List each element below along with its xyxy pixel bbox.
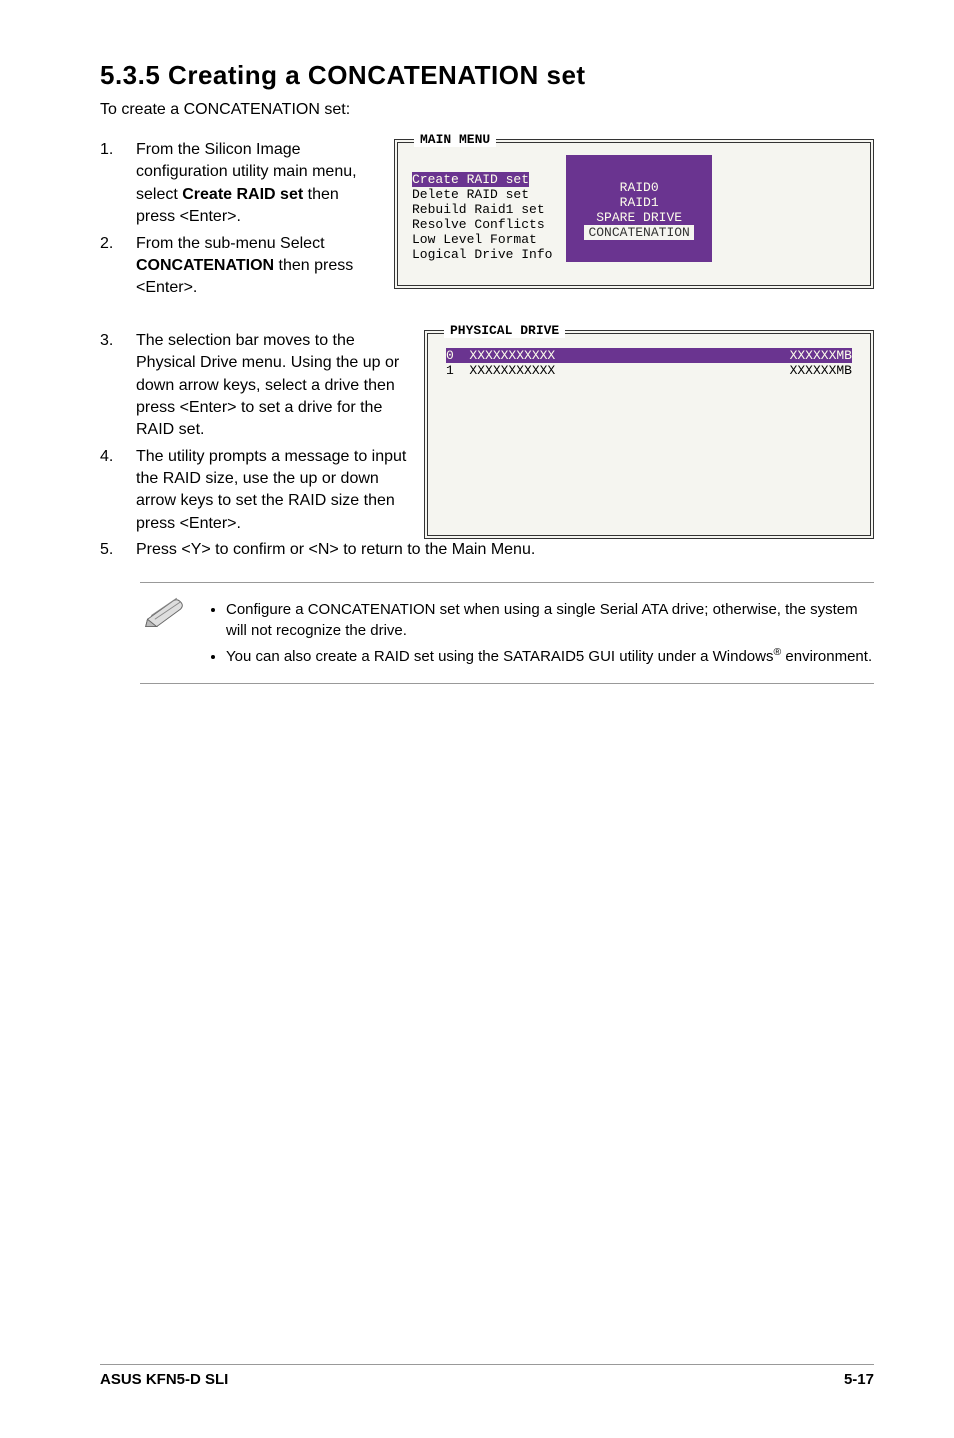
panel-legend: PHYSICAL DRIVE xyxy=(444,323,565,338)
step-number: 3. xyxy=(100,330,136,442)
drive-index: 0 xyxy=(446,348,454,363)
sub-menu-panel: RAID0 RAID1 SPARE DRIVE CONCATENATION xyxy=(566,155,711,262)
drive-index: 1 xyxy=(446,363,454,378)
note-list: Configure a CONCATENATION set when using… xyxy=(208,595,874,671)
note-pencil-icon xyxy=(140,589,188,677)
sub-menu-item[interactable]: SPARE DRIVE xyxy=(596,210,682,225)
step-2: 2. From the sub-menu Select CONCATENATIO… xyxy=(100,233,380,300)
page-footer: ASUS KFN5-D SLI 5-17 xyxy=(100,1364,874,1388)
bold-term: Create RAID set xyxy=(182,186,303,203)
note-item: You can also create a RAID set using the… xyxy=(226,645,874,667)
menu-item-selected[interactable]: Create RAID set xyxy=(412,172,529,187)
drive-size: XXXXXXMB xyxy=(790,348,852,363)
step-body: Press <Y> to confirm or <N> to return to… xyxy=(136,539,874,561)
step-1: 1. From the Silicon Image configuration … xyxy=(100,139,380,229)
menu-item[interactable]: Resolve Conflicts xyxy=(412,217,545,232)
step-number: 1. xyxy=(100,139,136,229)
note-item: Configure a CONCATENATION set when using… xyxy=(226,599,874,641)
step-4: 4. The utility prompts a message to inpu… xyxy=(100,446,410,536)
footer-left: ASUS KFN5-D SLI xyxy=(100,1371,228,1388)
menu-list: Create RAID set Delete RAID set Rebuild … xyxy=(412,157,552,262)
drive-row[interactable]: 1 XXXXXXXXXXX XXXXXXMB xyxy=(446,363,852,378)
step-body: From the Silicon Image configuration uti… xyxy=(136,139,380,229)
step-number: 2. xyxy=(100,233,136,300)
panel-legend: MAIN MENU xyxy=(414,132,496,147)
drive-size: XXXXXXMB xyxy=(790,363,852,378)
drive-name: XXXXXXXXXXX xyxy=(469,363,555,378)
main-menu-panel: MAIN MENU Create RAID set Delete RAID se… xyxy=(394,139,874,289)
section-heading: 5.3.5 Creating a CONCATENATION set xyxy=(100,60,874,91)
menu-item[interactable]: Rebuild Raid1 set xyxy=(412,202,545,217)
step-number: 4. xyxy=(100,446,136,536)
menu-item[interactable]: Delete RAID set xyxy=(412,187,529,202)
footer-right: 5-17 xyxy=(844,1371,874,1388)
step-body: The selection bar moves to the Physical … xyxy=(136,330,410,442)
sub-menu-item[interactable]: RAID0 xyxy=(620,180,659,195)
menu-item[interactable]: Low Level Format xyxy=(412,232,537,247)
sub-menu-item[interactable]: RAID1 xyxy=(620,195,659,210)
step-5: 5. Press <Y> to confirm or <N> to return… xyxy=(100,539,874,561)
step-text: From the sub-menu Select xyxy=(136,235,325,252)
sub-menu-item-selected[interactable]: CONCATENATION xyxy=(584,225,693,240)
note-block: Configure a CONCATENATION set when using… xyxy=(140,582,874,684)
step-number: 5. xyxy=(100,539,136,561)
bold-term: CONCATENATION xyxy=(136,257,274,274)
step-body: The utility prompts a message to input t… xyxy=(136,446,410,536)
step-3: 3. The selection bar moves to the Physic… xyxy=(100,330,410,442)
step-body: From the sub-menu Select CONCATENATION t… xyxy=(136,233,380,300)
menu-item[interactable]: Logical Drive Info xyxy=(412,247,552,262)
intro-text: To create a CONCATENATION set: xyxy=(100,101,874,119)
drive-row-selected[interactable]: 0 XXXXXXXXXXX XXXXXXMB xyxy=(446,348,852,363)
drive-name: XXXXXXXXXXX xyxy=(469,348,555,363)
physical-drive-panel: PHYSICAL DRIVE 0 XXXXXXXXXXX XXXXXXMB 1 … xyxy=(424,330,874,540)
